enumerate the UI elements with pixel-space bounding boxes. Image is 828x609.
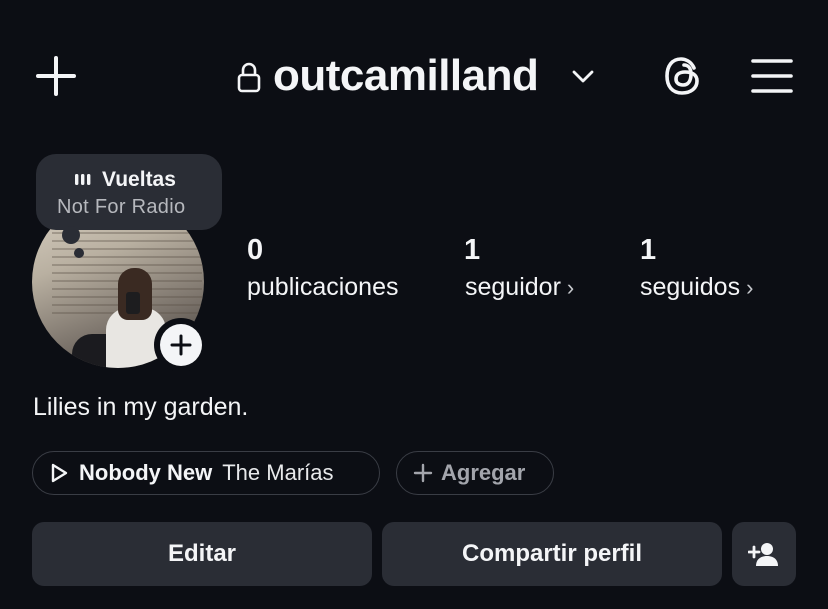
following-link[interactable]: seguidos › (640, 272, 753, 303)
followers-label: seguidor (465, 273, 561, 301)
note-bubble-tail-dot (74, 248, 84, 258)
music-bars-icon (74, 171, 92, 187)
plus-icon (170, 334, 192, 356)
note-bubble-tail (62, 226, 80, 244)
followers-link[interactable]: seguidor › (465, 272, 574, 303)
lock-icon (236, 61, 262, 93)
profile-music-pill[interactable]: Nobody New The Marías (32, 451, 380, 495)
discover-people-button[interactable] (732, 522, 796, 586)
bio-text: Lilies in my garden. (33, 393, 249, 421)
posts-label: publicaciones (247, 273, 399, 301)
chevron-down-icon[interactable] (571, 66, 595, 86)
following-count[interactable]: 1 (640, 233, 656, 267)
add-icon[interactable] (34, 54, 78, 98)
posts-count: 0 (247, 234, 264, 266)
chevron-right-icon: › (566, 275, 575, 300)
edit-profile-button[interactable]: Editar (32, 522, 372, 586)
followers-count[interactable]: 1 (464, 233, 480, 267)
menu-icon[interactable] (750, 57, 794, 95)
add-person-icon (748, 541, 780, 567)
music-artist: The Marías (222, 460, 334, 485)
note-song-title: Vueltas (102, 168, 176, 191)
threads-icon[interactable] (660, 52, 708, 100)
share-profile-button[interactable]: Compartir perfil (382, 522, 722, 586)
username-title[interactable]: outcamilland (273, 50, 539, 102)
music-title: Nobody New (79, 460, 213, 485)
chevron-right-icon: › (746, 275, 754, 300)
add-link-label: Agregar (441, 460, 526, 485)
play-icon (49, 462, 69, 484)
following-label: seguidos (640, 273, 741, 301)
plus-icon (413, 463, 433, 483)
add-link-button[interactable]: Agregar (396, 451, 554, 495)
note-song-artist: Not For Radio (57, 196, 186, 218)
add-story-button[interactable] (154, 318, 208, 372)
